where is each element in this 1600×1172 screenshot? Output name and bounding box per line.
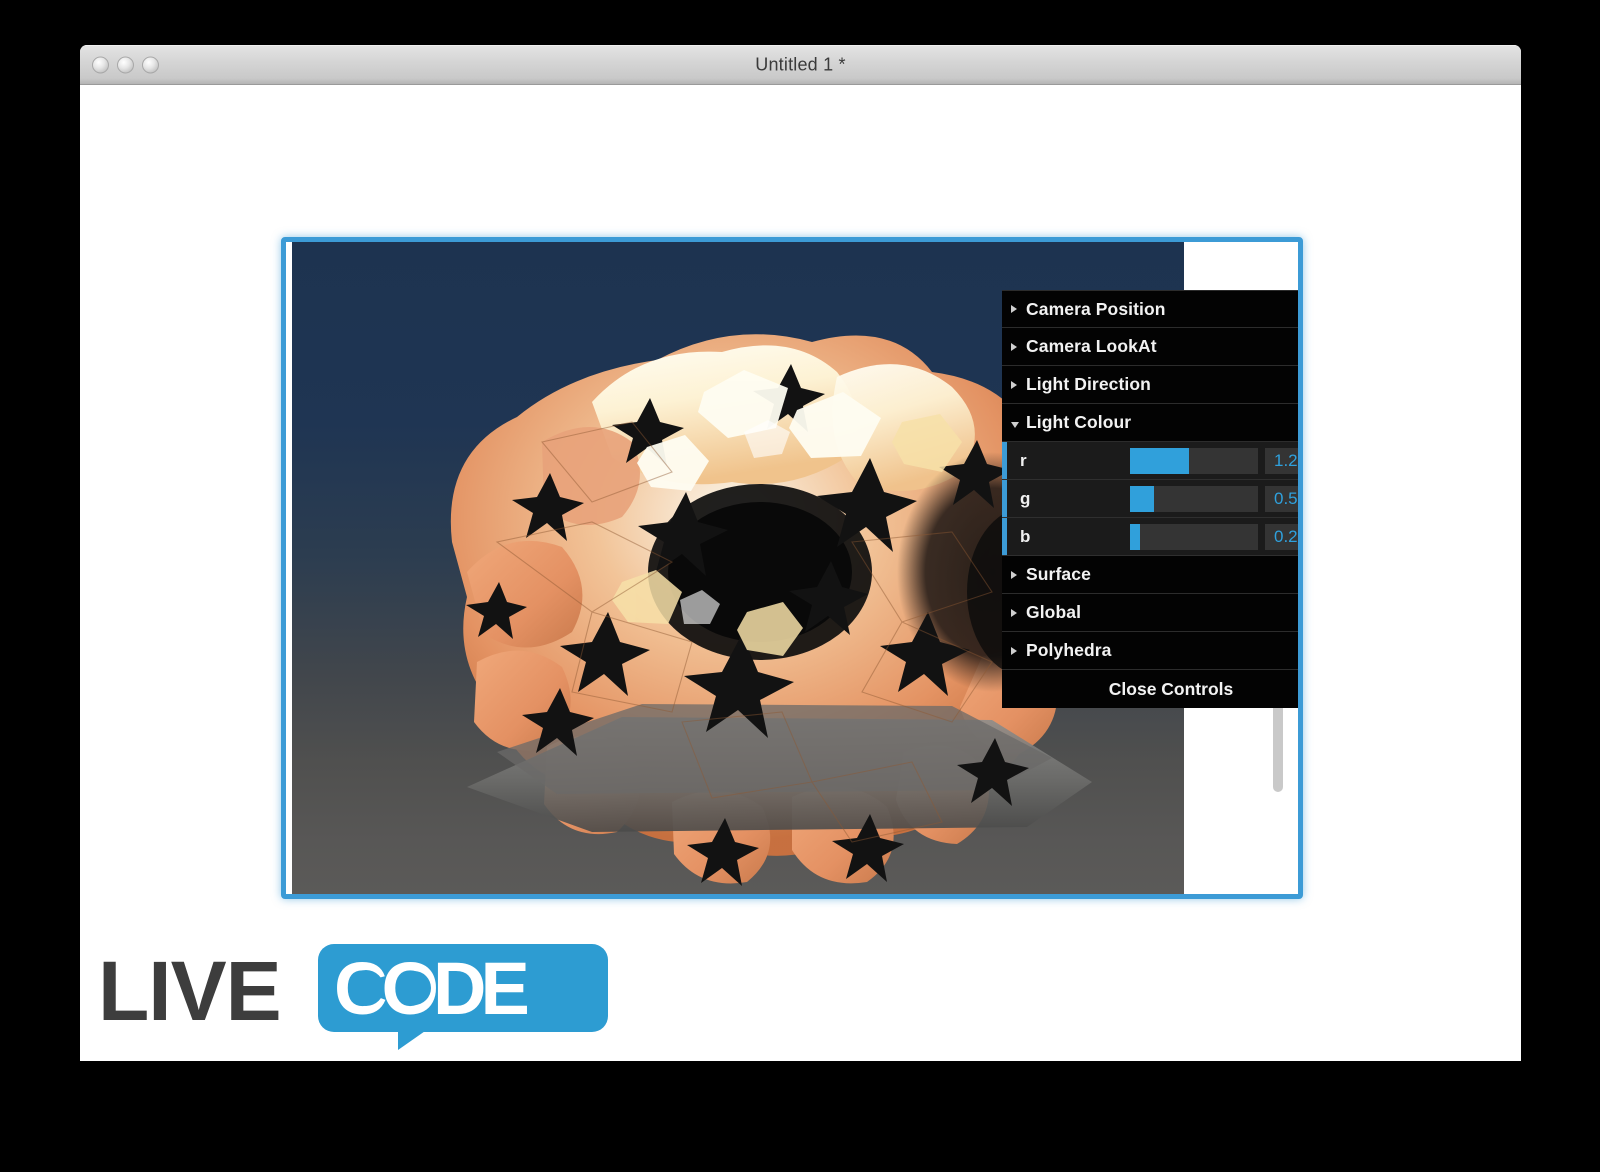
close-controls-button[interactable]: Close Controls [1002, 670, 1298, 708]
chevron-right-icon [1011, 342, 1017, 351]
slider-row-g[interactable]: g 0.5 [1002, 480, 1298, 518]
controls-panel: Camera Position Camera LookAt Light Dire… [1002, 290, 1298, 708]
panel-section-label: Global [1026, 602, 1082, 622]
slider-label-r: r [1020, 450, 1027, 470]
slider-fill-r [1130, 447, 1189, 474]
slider-row-r[interactable]: r 1.2 [1002, 442, 1298, 480]
slider-value-g[interactable]: 0.5 [1265, 485, 1298, 512]
panel-section-label: Light Colour [1026, 412, 1132, 432]
panel-section-camera-position[interactable]: Camera Position [1002, 290, 1298, 328]
chevron-right-icon [1011, 646, 1017, 655]
screen: Untitled 1 * Camera Position Camera Look… [0, 0, 1600, 1172]
slider-accent-bar [1002, 480, 1007, 517]
slider-track-g[interactable] [1130, 485, 1258, 512]
slider-track-r[interactable] [1130, 447, 1258, 474]
render-card-inner: Camera Position Camera LookAt Light Dire… [286, 242, 1298, 894]
logo-word-code: CODE [334, 947, 533, 1030]
application-window: Untitled 1 * Camera Position Camera Look… [80, 45, 1521, 1061]
slider-value-b[interactable]: 0.2 [1265, 523, 1298, 550]
panel-section-camera-lookat[interactable]: Camera LookAt [1002, 328, 1298, 366]
slider-label-b: b [1020, 526, 1031, 546]
chevron-down-icon [1011, 421, 1019, 428]
window-titlebar[interactable]: Untitled 1 * [80, 45, 1521, 85]
render-card[interactable]: Camera Position Camera LookAt Light Dire… [281, 237, 1303, 899]
chevron-right-icon [1011, 608, 1017, 617]
panel-section-surface[interactable]: Surface [1002, 556, 1298, 594]
panel-section-label: Surface [1026, 564, 1091, 584]
slider-accent-bar [1002, 518, 1007, 555]
livecode-logo-svg: LIVE CODE [98, 944, 608, 1050]
panel-section-global[interactable]: Global [1002, 594, 1298, 632]
panel-section-label: Camera Position [1026, 298, 1166, 319]
panel-section-light-direction[interactable]: Light Direction [1002, 366, 1298, 404]
panel-section-label: Light Direction [1026, 374, 1151, 394]
window-title: Untitled 1 * [755, 54, 846, 75]
slider-fill-g [1130, 485, 1155, 512]
panel-section-label: Camera LookAt [1026, 336, 1157, 356]
livecode-logo: LIVE CODE [98, 930, 618, 1050]
slider-row-b[interactable]: b 0.2 [1002, 518, 1298, 556]
slider-track-b[interactable] [1130, 523, 1258, 550]
slider-fill-b [1130, 523, 1141, 550]
chevron-right-icon [1011, 380, 1017, 389]
chevron-right-icon [1011, 305, 1017, 313]
logo-word-live: LIVE [98, 944, 281, 1038]
close-controls-label: Close Controls [1108, 678, 1234, 699]
panel-section-polyhedra[interactable]: Polyhedra [1002, 632, 1298, 670]
window-content: Camera Position Camera LookAt Light Dire… [80, 85, 1521, 1061]
slider-label-g: g [1020, 488, 1031, 508]
slider-value-r[interactable]: 1.2 [1265, 447, 1298, 474]
chevron-right-icon [1011, 570, 1017, 579]
panel-section-light-colour[interactable]: Light Colour [1002, 404, 1298, 442]
panel-section-label: Polyhedra [1026, 640, 1112, 660]
slider-accent-bar [1002, 442, 1007, 479]
